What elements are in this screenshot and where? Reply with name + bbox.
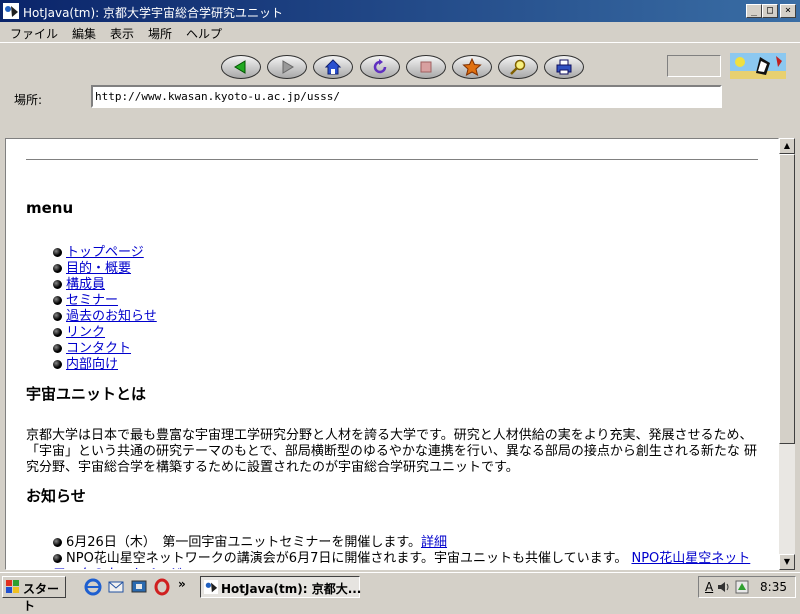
print-button[interactable] bbox=[544, 55, 584, 79]
home-button[interactable] bbox=[313, 55, 353, 79]
news-heading: お知らせ bbox=[26, 487, 86, 505]
bullet-icon bbox=[53, 554, 62, 563]
window-title: HotJava(tm): 京都大学宇宙総合学研究ユニット bbox=[23, 6, 284, 20]
list-item: NPO花山星空ネットワークの講演会が6月7日に開催されます。宇宙ユニットも共催し… bbox=[53, 551, 753, 569]
task-label: HotJava(tm): 京都大... bbox=[221, 582, 362, 596]
link-internal[interactable]: 内部向け bbox=[66, 357, 118, 372]
back-icon bbox=[234, 60, 246, 74]
menu-edit[interactable]: 編集 bbox=[72, 25, 96, 42]
ime-indicator[interactable]: A bbox=[705, 580, 713, 594]
forward-icon bbox=[282, 60, 294, 74]
maximize-button[interactable]: □ bbox=[762, 4, 778, 18]
link-contact[interactable]: コンタクト bbox=[66, 341, 131, 356]
internet-explorer-icon[interactable] bbox=[84, 578, 102, 596]
home-icon bbox=[324, 59, 342, 75]
bullet-icon bbox=[53, 344, 62, 353]
hotjava-app-icon bbox=[204, 580, 218, 594]
minimize-button[interactable]: _ bbox=[746, 4, 762, 18]
list-item: 目的・概要 bbox=[53, 261, 131, 277]
list-item: コンタクト bbox=[53, 341, 131, 357]
scroll-up-icon[interactable]: ▲ bbox=[779, 138, 795, 154]
bullet-icon bbox=[53, 296, 62, 305]
hotjava-app-icon[interactable] bbox=[3, 3, 19, 19]
windows-flag-icon bbox=[6, 580, 19, 593]
bullet-icon bbox=[53, 328, 62, 337]
volume-icon[interactable] bbox=[716, 580, 730, 594]
link-seminar[interactable]: セミナー bbox=[66, 293, 118, 308]
about-heading: 宇宙ユニットとは bbox=[26, 385, 147, 403]
list-item: 過去のお知らせ bbox=[53, 309, 157, 325]
vertical-scrollbar[interactable]: ▲ ▼ bbox=[779, 138, 795, 570]
list-item: 内部向け bbox=[53, 357, 118, 373]
toolbar: 場所: bbox=[0, 42, 800, 137]
reload-icon bbox=[373, 59, 387, 74]
stop-button[interactable] bbox=[406, 55, 446, 79]
start-button[interactable]: スタート bbox=[2, 576, 66, 613]
news-item-text: 6月26日（木） 第一回宇宙ユニットセミナーを開催します。 bbox=[66, 535, 422, 550]
menu-location[interactable]: 場所 bbox=[148, 25, 172, 42]
scroll-down-icon[interactable]: ▼ bbox=[779, 554, 795, 570]
menu-heading: menu bbox=[26, 199, 74, 217]
location-label: 場所: bbox=[14, 93, 43, 107]
tray-app-icon[interactable] bbox=[735, 580, 749, 594]
menu-view[interactable]: 表示 bbox=[110, 25, 134, 42]
menu-help[interactable]: ヘルプ bbox=[186, 25, 222, 42]
page-content: menu トップページ 目的・概要 構成員 セミナー 過去のお知らせ リンク コ… bbox=[5, 138, 779, 570]
forward-button[interactable] bbox=[267, 55, 307, 79]
print-icon bbox=[556, 59, 572, 75]
list-item: 構成員 bbox=[53, 277, 105, 293]
quicklaunch-chevron-icon[interactable]: » bbox=[178, 577, 186, 591]
scrollbar-thumb[interactable] bbox=[779, 154, 795, 444]
link-top-page[interactable]: トップページ bbox=[66, 245, 144, 260]
clock: 8:35 bbox=[760, 580, 787, 594]
link-past-news[interactable]: 過去のお知らせ bbox=[66, 309, 157, 324]
link-links[interactable]: リンク bbox=[66, 325, 105, 340]
hotjava-logo bbox=[730, 53, 786, 79]
bullet-icon bbox=[53, 264, 62, 273]
hotjava-task-button[interactable]: HotJava(tm): 京都大... bbox=[200, 576, 362, 598]
horizontal-rule bbox=[26, 159, 758, 160]
activity-indicator bbox=[667, 55, 721, 77]
show-desktop-icon[interactable] bbox=[130, 578, 148, 596]
list-item: リンク bbox=[53, 325, 105, 341]
search-button[interactable] bbox=[498, 55, 538, 79]
system-tray: A 8:35 bbox=[698, 576, 796, 598]
bullet-icon bbox=[53, 312, 62, 321]
menu-file[interactable]: ファイル bbox=[10, 25, 58, 42]
list-item: トップページ bbox=[53, 245, 144, 261]
start-label: スタート bbox=[23, 582, 60, 613]
link-members[interactable]: 構成員 bbox=[66, 277, 105, 292]
list-item: セミナー bbox=[53, 293, 118, 309]
taskbar: スタート » HotJava(tm): 京都大... A 8:35 bbox=[0, 572, 800, 613]
bullet-icon bbox=[53, 360, 62, 369]
stop-icon bbox=[420, 61, 432, 73]
news-detail-link[interactable]: 詳細 bbox=[421, 535, 447, 550]
close-button[interactable]: × bbox=[780, 4, 796, 18]
bullet-icon bbox=[53, 280, 62, 289]
bullet-icon bbox=[53, 538, 62, 547]
opera-icon[interactable] bbox=[153, 578, 171, 596]
about-paragraph: 京都大学は日本で最も豊富な宇宙理工学研究分野と人材を誇る大学です。研究と人材供給… bbox=[26, 428, 757, 475]
menu-bar: ファイル 編集 表示 場所 ヘルプ bbox=[0, 22, 800, 42]
bullet-icon bbox=[53, 248, 62, 257]
title-bar[interactable]: HotJava(tm): 京都大学宇宙総合学研究ユニット _ □ × bbox=[0, 0, 800, 22]
reload-button[interactable] bbox=[360, 55, 400, 79]
list-item: 6月26日（木） 第一回宇宙ユニットセミナーを開催します。詳細 bbox=[53, 535, 447, 551]
link-purpose[interactable]: 目的・概要 bbox=[66, 261, 131, 276]
news-item-text: NPO花山星空ネットワークの講演会が6月7日に開催されます。宇宙ユニットも共催し… bbox=[66, 551, 632, 566]
bookmark-star-icon bbox=[462, 58, 482, 76]
bookmark-button[interactable] bbox=[452, 55, 492, 79]
outlook-express-icon[interactable] bbox=[107, 578, 125, 596]
search-icon bbox=[510, 59, 526, 75]
url-input[interactable] bbox=[91, 85, 722, 108]
back-button[interactable] bbox=[221, 55, 261, 79]
